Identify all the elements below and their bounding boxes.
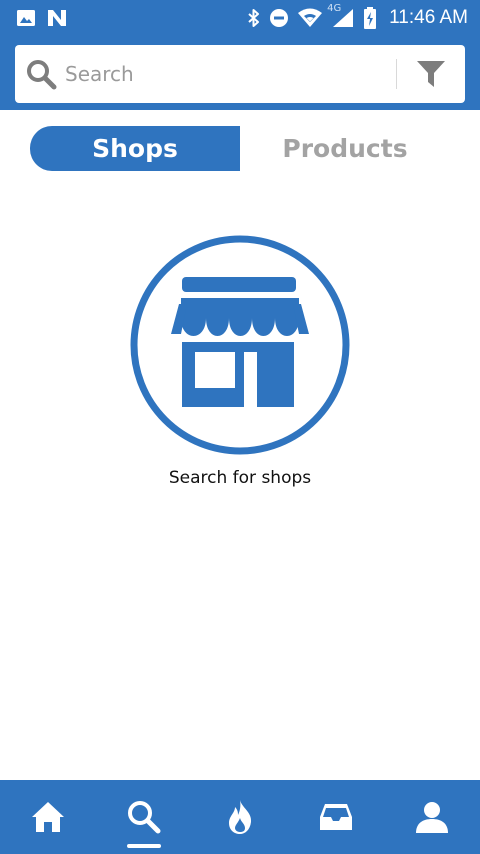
storefront-icon bbox=[130, 235, 350, 455]
image-icon bbox=[16, 9, 36, 27]
search-icon bbox=[126, 799, 162, 835]
bottom-nav bbox=[0, 780, 480, 854]
search-header bbox=[0, 36, 480, 110]
notification-n-icon bbox=[46, 9, 68, 27]
status-time: 11:46 AM bbox=[389, 7, 468, 28]
empty-state-message: Search for shops bbox=[168, 468, 312, 488]
tab-shops[interactable]: Shops bbox=[30, 126, 240, 171]
profile-icon bbox=[415, 800, 449, 834]
nav-profile[interactable] bbox=[402, 780, 462, 854]
empty-state: Search for shops bbox=[0, 234, 480, 488]
search-input[interactable] bbox=[57, 54, 396, 94]
nav-inbox[interactable] bbox=[306, 780, 366, 854]
battery-charging-icon bbox=[363, 7, 377, 29]
do-not-disturb-icon bbox=[269, 8, 289, 28]
flame-icon bbox=[225, 799, 255, 835]
wifi-icon bbox=[297, 8, 323, 28]
filter-button[interactable] bbox=[397, 45, 465, 103]
nav-home[interactable] bbox=[18, 780, 78, 854]
inbox-icon bbox=[318, 801, 354, 833]
app-screen: 4G 11:46 AM Search Shops Products Search… bbox=[0, 0, 480, 854]
filter-funnel-icon bbox=[415, 58, 447, 90]
search-box bbox=[15, 45, 465, 103]
search-icon bbox=[25, 58, 57, 90]
cell-signal-icon: 4G bbox=[327, 3, 355, 28]
home-icon bbox=[30, 800, 66, 834]
nav-search[interactable] bbox=[114, 780, 174, 854]
status-right: 4G 11:46 AM bbox=[247, 3, 468, 29]
nav-trending[interactable] bbox=[210, 780, 270, 854]
segment-tabs: Shops Products bbox=[30, 126, 450, 172]
network-type-label: 4G bbox=[327, 3, 342, 14]
status-bar: 4G 11:46 AM bbox=[0, 0, 480, 36]
bluetooth-icon bbox=[247, 8, 261, 28]
tab-products[interactable]: Products bbox=[240, 126, 450, 171]
status-left bbox=[16, 9, 68, 27]
